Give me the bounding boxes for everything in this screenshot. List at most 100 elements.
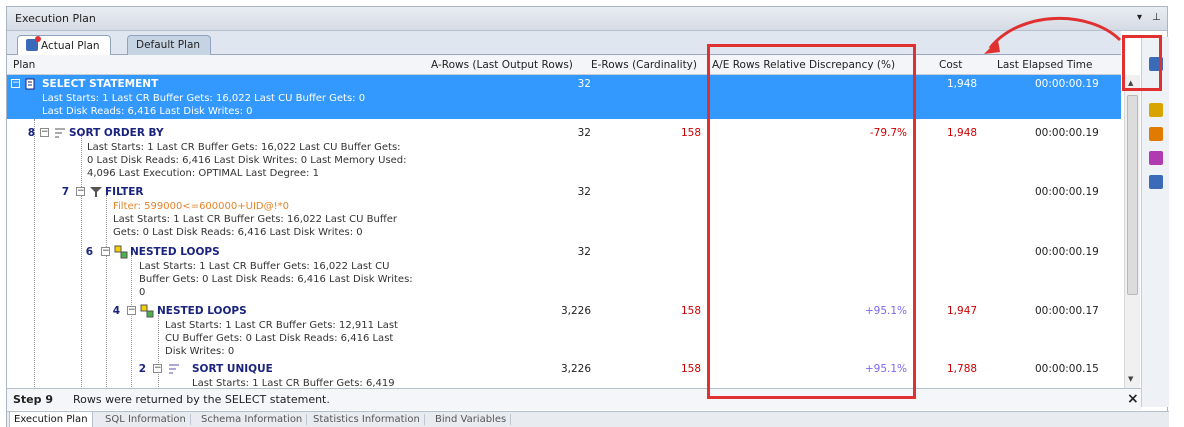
op-details: Last Starts: 1 Last CR Buffer Gets: 6,41… — [192, 377, 395, 388]
sort-unique-icon — [169, 364, 179, 374]
collapse-toggle[interactable]: − — [101, 247, 110, 256]
detail-line: Last Starts: 1 Last CR Buffer Gets: 16,0… — [139, 261, 390, 272]
op-name: NESTED LOOPS — [130, 246, 220, 258]
window-title: Execution Plan — [15, 12, 96, 25]
table-row[interactable]: 8 − SORT ORDER BY Last Starts: 1 Last CR… — [7, 123, 1121, 181]
a-rows-cell: 32 — [577, 186, 591, 198]
detail-line: Last Starts: 1 Last CR Buffer Gets: 16,0… — [87, 142, 401, 153]
op-name: SORT UNIQUE — [192, 363, 273, 375]
col-a-rows[interactable]: A-Rows (Last Output Rows) — [431, 59, 573, 71]
table-row[interactable]: 4 − NESTED LOOPS Last Starts: 1 Last CR … — [7, 302, 1121, 360]
a-rows-cell: 3,226 — [560, 363, 591, 375]
detail-line: 4,096 Last Execution: OPTIMAL Last Degre… — [87, 168, 319, 179]
plan-option-icon[interactable] — [1149, 127, 1163, 141]
op-name: NESTED LOOPS — [157, 305, 247, 317]
col-plan[interactable]: Plan — [13, 59, 35, 71]
detail-line: CU Buffer Gets: 0 Last Disk Reads: 6,416… — [165, 333, 394, 344]
a-rows-cell: 32 — [577, 127, 591, 139]
elapsed-cell: 00:00:00.19 — [1035, 78, 1099, 90]
plan-grid: − SELECT STATEMENT Last Starts: 1 Last C… — [7, 75, 1121, 388]
tab-default-plan[interactable]: Default Plan — [127, 35, 212, 55]
cost-cell: 1,948 — [947, 78, 978, 90]
step-number: 4 — [112, 305, 120, 317]
detail-line: 0 — [139, 287, 146, 298]
status-bar: Step 9 Rows were returned by the SELECT … — [7, 388, 1141, 410]
step-number: 7 — [61, 186, 69, 198]
tab-execution-plan[interactable]: Execution Plan — [9, 412, 93, 427]
tab-sql-information[interactable]: SQL Information — [101, 414, 191, 425]
table-row[interactable]: 6 − NESTED LOOPS Last Starts: 1 Last CR … — [7, 243, 1121, 301]
select-statement-icon — [25, 78, 35, 90]
status-message: Rows were returned by the SELECT stateme… — [73, 393, 330, 406]
elapsed-cell: 00:00:00.19 — [1035, 127, 1099, 139]
elapsed-cell: 00:00:00.15 — [1035, 363, 1099, 375]
tab-actual-plan-label: Actual Plan — [41, 40, 100, 52]
plan-option-icon[interactable] — [1149, 151, 1163, 165]
status-step: Step 9 — [13, 393, 53, 406]
sort-icon — [55, 128, 65, 138]
elapsed-cell: 00:00:00.19 — [1035, 186, 1099, 198]
detail-line: Last Starts: 1 Last CR Buffer Gets: 16,0… — [42, 93, 366, 104]
a-rows-cell: 32 — [577, 246, 591, 258]
collapse-toggle[interactable]: − — [40, 128, 49, 137]
e-rows-cell: 158 — [680, 127, 701, 139]
table-row[interactable]: − SELECT STATEMENT Last Starts: 1 Last C… — [7, 75, 1121, 119]
filter-icon — [90, 187, 102, 197]
scroll-thumb[interactable] — [1127, 95, 1138, 295]
column-header: Plan A-Rows (Last Output Rows) E-Rows (C… — [7, 55, 1121, 75]
elapsed-cell: 00:00:00.17 — [1035, 305, 1099, 317]
detail-line: Last Starts: 1 Last CR Buffer Gets: 12,9… — [165, 320, 398, 331]
annotation-arrow — [984, 16, 1122, 54]
vertical-scrollbar[interactable]: ▲ ▼ — [1124, 75, 1140, 388]
cost-cell: 1,947 — [947, 305, 978, 317]
op-details: Last Starts: 1 Last CR Buffer Gets: 16,0… — [139, 260, 413, 299]
detail-line: Last Starts: 1 Last CR Buffer Gets: 16,0… — [113, 214, 397, 225]
col-cost[interactable]: Cost — [939, 59, 962, 71]
plan-option-icon[interactable] — [1149, 175, 1163, 189]
execution-plan-window: Execution Plan ▾ ⊥ Actual Plan Default P… — [6, 6, 1169, 427]
op-name: SORT ORDER BY — [69, 127, 164, 139]
scroll-down-icon[interactable]: ▼ — [1128, 375, 1133, 383]
collapse-toggle[interactable]: − — [76, 187, 85, 196]
plan-option-icon[interactable] — [1149, 103, 1163, 117]
table-row[interactable]: 2 − SORT UNIQUE Last Starts: 1 Last CR B… — [7, 360, 1121, 388]
op-details: Last Starts: 1 Last CR Buffer Gets: 12,9… — [165, 319, 398, 358]
detail-line: Last Disk Reads: 6,416 Last Disk Writes:… — [42, 106, 253, 117]
bottom-tabstrip: Execution Plan SQL Information Schema In… — [7, 411, 1169, 427]
step-number: 2 — [138, 363, 146, 375]
detail-line: Last Starts: 1 Last CR Buffer Gets: 6,41… — [192, 378, 395, 388]
highlight-box — [707, 44, 916, 399]
tab-bind-variables[interactable]: Bind Variables — [431, 414, 512, 425]
dropdown-icon[interactable]: ▾ — [1137, 12, 1142, 23]
collapse-toggle[interactable]: − — [127, 306, 136, 315]
op-details: Last Starts: 1 Last CR Buffer Gets: 16,0… — [42, 92, 365, 118]
cost-cell: 1,948 — [947, 127, 978, 139]
op-name: SELECT STATEMENT — [42, 78, 159, 90]
tab-default-plan-label: Default Plan — [136, 39, 201, 51]
filter-predicate: Filter: 599000<=600000+UID@!*0 — [113, 201, 289, 212]
actual-plan-icon — [26, 36, 41, 51]
detail-line: Disk Writes: 0 — [165, 346, 235, 357]
a-rows-cell: 32 — [577, 78, 591, 90]
e-rows-cell: 158 — [680, 363, 701, 375]
tab-statistics-information[interactable]: Statistics Information — [309, 414, 425, 425]
tab-actual-plan[interactable]: Actual Plan — [17, 35, 111, 56]
pin-icon[interactable]: ⊥ — [1152, 12, 1161, 23]
step-number: 8 — [27, 127, 35, 139]
tab-schema-information[interactable]: Schema Information — [197, 414, 308, 425]
step-number: 6 — [85, 246, 93, 258]
col-e-rows[interactable]: E-Rows (Cardinality) — [591, 59, 697, 71]
close-icon[interactable]: × — [1127, 391, 1139, 407]
detail-line: Gets: 0 Last Disk Reads: 6,416 Last Disk… — [113, 227, 363, 238]
e-rows-cell: 158 — [680, 305, 701, 317]
op-name: FILTER — [105, 186, 144, 198]
nested-loops-icon — [140, 304, 154, 318]
collapse-toggle[interactable]: − — [153, 364, 162, 373]
plan-tabstrip: Actual Plan Default Plan — [7, 31, 1121, 56]
nested-loops-icon — [114, 245, 128, 259]
collapse-toggle[interactable]: − — [11, 79, 20, 88]
detail-line: 0 Last Disk Reads: 6,416 Last Disk Write… — [87, 155, 407, 166]
table-row[interactable]: 7 − FILTER Filter: 599000<=600000+UID@!*… — [7, 183, 1121, 241]
col-elapsed[interactable]: Last Elapsed Time — [997, 59, 1093, 71]
op-details: Last Starts: 1 Last CR Buffer Gets: 16,0… — [87, 141, 407, 180]
